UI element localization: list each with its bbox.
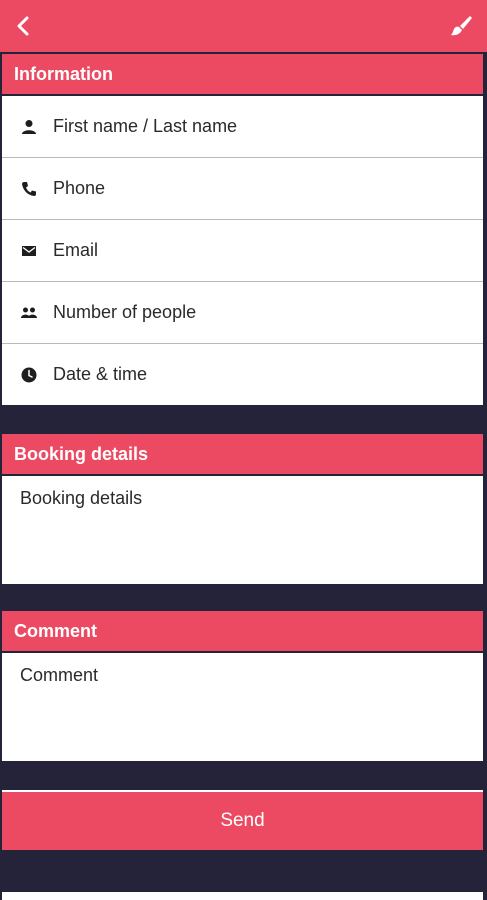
datetime-field-placeholder: Date & time [53,364,148,384]
paintbrush-icon [451,16,472,36]
booking-details-input[interactable]: Booking details [2,476,483,584]
booking-section-title: Booking details [2,434,483,474]
booking-details-placeholder: Booking details [20,488,143,508]
information-fields: First name / Last name Phone Email Numbe… [2,96,483,405]
datetime-field[interactable]: Date & time [2,344,483,405]
email-field-placeholder: Email [53,240,99,260]
bottom-divider [2,892,483,900]
clock-icon [20,366,38,384]
comment-input[interactable]: Comment [2,653,483,761]
person-icon [20,118,38,136]
name-field-placeholder: First name / Last name [53,116,238,136]
name-field[interactable]: First name / Last name [2,96,483,158]
phone-field-placeholder: Phone [53,178,106,198]
theme-brush-button[interactable] [443,8,479,44]
group-icon [20,304,38,322]
information-section-title: Information [2,54,483,94]
comment-placeholder: Comment [20,665,99,685]
send-button[interactable]: Send [2,790,483,850]
people-field[interactable]: Number of people [2,282,483,344]
mail-icon [20,242,38,260]
chevron-left-icon [17,16,29,36]
comment-section-title: Comment [2,611,483,651]
phone-field[interactable]: Phone [2,158,483,220]
phone-icon [20,180,38,198]
top-bar [0,0,487,52]
people-field-placeholder: Number of people [53,302,197,322]
back-button[interactable] [6,8,42,44]
email-field[interactable]: Email [2,220,483,282]
